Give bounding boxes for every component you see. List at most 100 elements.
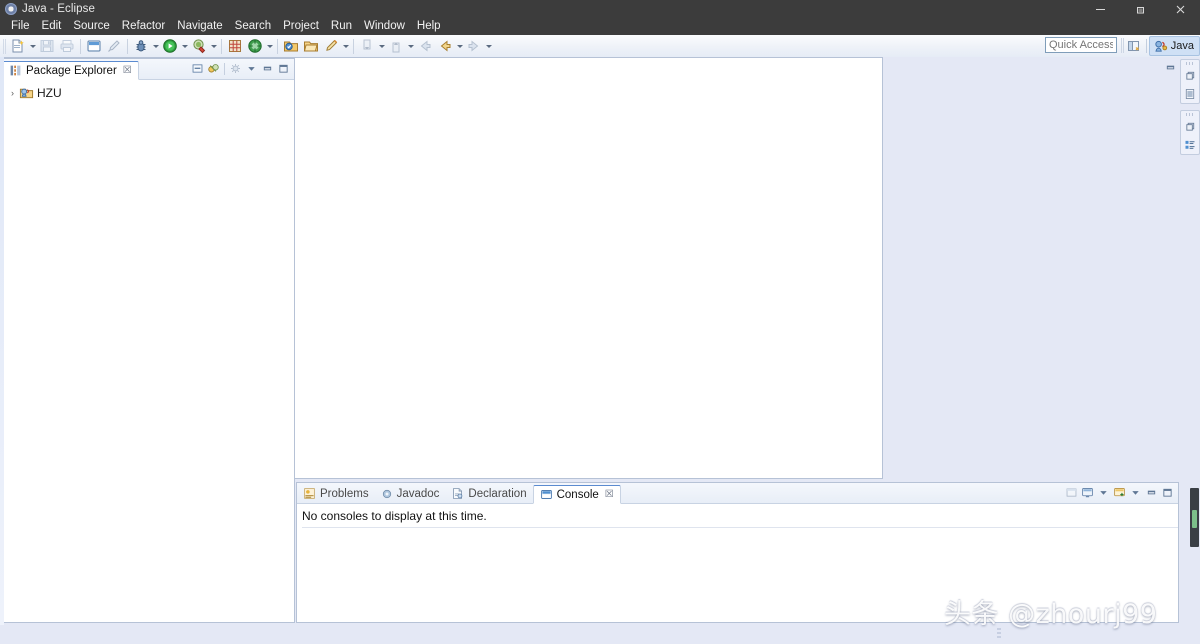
window-title: Java - Eclipse <box>22 3 95 15</box>
save-button[interactable] <box>37 36 57 56</box>
menu-run[interactable]: Run <box>325 18 358 35</box>
tab-package-explorer[interactable]: Package Explorer ☒ <box>2 61 139 80</box>
perspective-java[interactable]: Java <box>1148 36 1200 56</box>
new-console-view-button[interactable] <box>1112 485 1127 500</box>
next-annotation-button[interactable] <box>357 36 377 56</box>
view-dropdown-button[interactable] <box>244 61 259 76</box>
toggle-mark-occurrences-button[interactable] <box>104 36 124 56</box>
tree-item-hzu[interactable]: › HZU <box>2 84 294 101</box>
quick-access-area <box>1045 37 1128 53</box>
toolbar-grip[interactable] <box>3 38 6 54</box>
last-edit-location-dropdown[interactable] <box>455 37 464 55</box>
open-task-button[interactable] <box>281 36 301 56</box>
restore-task-list-button[interactable] <box>1183 119 1198 134</box>
package-explorer-toolbar-separator <box>224 62 225 75</box>
console-content[interactable]: No consoles to display at this time. <box>297 504 1178 528</box>
restore-icon <box>1185 122 1194 131</box>
open-console-icon <box>1066 488 1077 497</box>
tab-problems[interactable]: Problems <box>297 484 375 503</box>
new-java-package-button[interactable] <box>225 36 245 56</box>
debug-icon <box>136 40 146 52</box>
task-list-view-button[interactable] <box>1183 137 1198 152</box>
link-with-editor-button[interactable] <box>206 61 221 76</box>
chevron-down-icon <box>248 67 255 71</box>
search-dropdown[interactable] <box>341 37 350 55</box>
package-explorer-view: Package Explorer ☒ › HZU <box>1 58 295 623</box>
console-minimize-button[interactable] <box>1144 485 1159 500</box>
menu-project[interactable]: Project <box>277 18 325 35</box>
maximize-view-button[interactable] <box>276 61 291 76</box>
tab-console-close[interactable]: ☒ <box>605 489 614 500</box>
fastview-grip[interactable] <box>1185 113 1195 116</box>
open-resource-button[interactable] <box>301 36 321 56</box>
display-selected-console-icon <box>1082 488 1093 498</box>
menu-source[interactable]: Source <box>67 18 115 35</box>
minimize-icon <box>263 66 272 71</box>
eclipse-icon <box>5 3 17 15</box>
editor-minimize-icon <box>1166 65 1175 70</box>
maximize-window-button[interactable] <box>1120 0 1160 18</box>
close-window-button[interactable] <box>1160 0 1200 18</box>
restore-icon <box>1185 71 1194 80</box>
editor-area-edge <box>0 57 4 625</box>
resize-grip[interactable] <box>997 628 1001 641</box>
collapse-all-icon <box>192 64 203 73</box>
new-console-view-dropdown[interactable] <box>1128 485 1143 500</box>
menu-window[interactable]: Window <box>358 18 411 35</box>
toggle-mark-occurrences-icon <box>108 40 120 52</box>
menu-bar: File Edit Source Refactor Navigate Searc… <box>0 18 1200 35</box>
menu-refactor[interactable]: Refactor <box>116 18 171 35</box>
print-button[interactable] <box>57 36 77 56</box>
external-tools-button[interactable] <box>189 36 209 56</box>
minimize-view-button[interactable] <box>260 61 275 76</box>
previous-annotation-dropdown[interactable] <box>406 37 415 55</box>
menu-edit[interactable]: Edit <box>36 18 68 35</box>
open-type-button[interactable] <box>245 36 265 56</box>
back-button[interactable] <box>415 36 435 56</box>
run-button[interactable] <box>160 36 180 56</box>
view-menu-button[interactable] <box>228 61 243 76</box>
debug-dropdown[interactable] <box>151 37 160 55</box>
console-divider <box>302 527 1178 528</box>
new-wizard-button[interactable] <box>8 36 28 56</box>
fastview-grip[interactable] <box>1185 62 1195 65</box>
toolbar-separator-1 <box>80 38 81 54</box>
tab-javadoc[interactable]: Javadoc <box>375 484 446 503</box>
run-dropdown[interactable] <box>180 37 189 55</box>
console-maximize-button[interactable] <box>1160 485 1175 500</box>
tab-package-explorer-close[interactable]: ☒ <box>123 65 132 76</box>
menu-navigate[interactable]: Navigate <box>171 18 228 35</box>
outline-view-button[interactable] <box>1183 86 1198 101</box>
tab-declaration[interactable]: Declaration <box>445 484 532 503</box>
tree-item-hzu-label: HZU <box>37 85 62 100</box>
display-selected-console-dropdown[interactable] <box>1096 485 1111 500</box>
main-toolbar: Java <box>0 35 1200 58</box>
quick-access-input[interactable] <box>1045 37 1117 53</box>
external-tools-dropdown[interactable] <box>209 37 218 55</box>
next-annotation-dropdown[interactable] <box>377 37 386 55</box>
menu-search[interactable]: Search <box>229 18 277 35</box>
forward-dropdown[interactable] <box>484 37 493 55</box>
previous-annotation-button[interactable] <box>386 36 406 56</box>
tab-problems-label: Problems <box>320 487 369 500</box>
last-edit-location-button[interactable] <box>435 36 455 56</box>
tab-console[interactable]: Console ☒ <box>532 485 621 504</box>
collapse-all-button[interactable] <box>190 61 205 76</box>
restore-outline-button[interactable] <box>1183 68 1198 83</box>
open-perspective-button[interactable] <box>1124 37 1144 55</box>
search-button[interactable] <box>321 36 341 56</box>
display-selected-console-button[interactable] <box>1080 485 1095 500</box>
global-scrollbar-thumb[interactable] <box>1190 488 1199 547</box>
debug-button[interactable] <box>131 36 151 56</box>
menu-file[interactable]: File <box>5 18 36 35</box>
open-console-tool-button[interactable] <box>1064 485 1079 500</box>
new-wizard-dropdown[interactable] <box>28 37 37 55</box>
forward-button[interactable] <box>464 36 484 56</box>
outline-view-icon <box>1185 88 1195 99</box>
editor-minimize-button[interactable] <box>1163 60 1178 75</box>
open-console-button[interactable] <box>84 36 104 56</box>
open-type-dropdown[interactable] <box>265 37 274 55</box>
menu-help[interactable]: Help <box>411 18 447 35</box>
expand-arrow-icon[interactable]: › <box>6 84 19 101</box>
minimize-window-button[interactable] <box>1080 0 1120 18</box>
